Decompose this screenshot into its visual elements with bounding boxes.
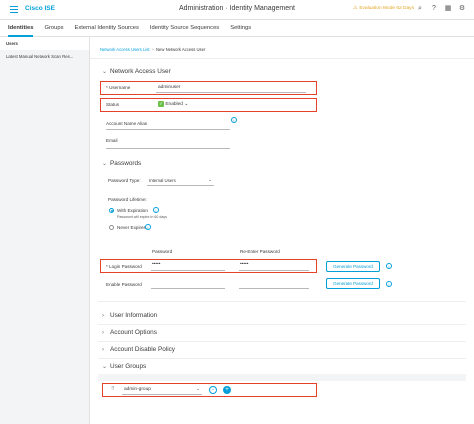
divider [98,301,466,302]
section-network-access-user[interactable]: ⌄ Network Access User [102,68,171,75]
generate-login-password-button[interactable]: Generate Password [326,261,380,272]
evaluation-banner[interactable]: ⚠ Evaluation Mode 62 Days [353,6,414,11]
tab-external-identity-sources[interactable]: External Identity Sources [74,20,138,37]
section-passwords[interactable]: ⌄ Passwords [102,160,141,167]
help-icon[interactable]: ? [430,5,438,13]
divider [90,58,474,59]
with-expiration-label: With Expiration [117,208,148,213]
info-icon[interactable]: i [386,263,392,269]
enable-password-label: Enable Password [106,282,142,287]
section-account-disable-policy[interactable]: › Account Disable Policy [102,346,175,353]
dashboard-icon[interactable]: ▦ [444,5,452,13]
tab-identity-source-sequences[interactable]: Identity Source Sequences [150,20,219,37]
radio-with-expiration[interactable] [109,208,114,213]
expiry-note: Password will expire in 60 days [117,215,167,219]
chevron-down-icon: ⌄ [102,69,108,75]
section-user-information[interactable]: › User Information [102,312,157,319]
warning-icon: ⚠ [353,6,358,11]
breadcrumb: Network Access Users List > New Network Ac… [100,47,205,52]
reenter-password-column-header: Re-Enter Password [240,249,280,254]
chevron-right-icon: › [102,313,104,319]
info-icon[interactable]: i [145,224,151,230]
user-group-underline [122,394,202,395]
section-title: Network Access User [110,68,171,75]
login-password-reenter-input[interactable]: ••••• [240,262,248,267]
info-icon[interactable]: i [231,117,237,123]
sidebar-item-network-scan[interactable]: Latest Manual Network Scan Res... [0,50,89,63]
search-icon[interactable]: ⌕ [416,5,424,13]
section-title: Account Options [110,329,157,336]
section-title: Passwords [110,160,142,167]
password-type-underline [147,185,214,186]
chevron-down-icon[interactable]: ⌄ [196,386,200,392]
breadcrumb-current: New Network Access User [156,47,206,52]
account-name-alias-label: Account Name Alias [106,121,148,126]
divider [98,358,466,359]
divider [98,341,466,342]
remove-group-icon[interactable]: − [209,386,217,394]
top-bar: Cisco ISE Administration · Identity Mana… [0,0,474,20]
tab-settings[interactable]: Settings [230,20,251,37]
breadcrumb-separator: > [151,47,155,52]
never-expires-label: Never Expires [117,225,146,230]
password-lifetime-label: Password Lifetime: [108,197,147,202]
enable-password-reenter-input[interactable] [239,288,309,289]
tab-bar: Identities Groups External Identity Sour… [0,20,474,37]
user-groups-header-band [98,374,466,381]
tab-groups[interactable]: Groups [44,20,63,37]
username-input[interactable]: adminuser [158,85,180,90]
account-name-alias-input[interactable] [106,129,230,130]
generate-enable-password-button[interactable]: Generate Password [326,278,380,289]
section-title: User Groups [110,363,147,370]
sidebar: Users Latest Manual Network Scan Res... [0,37,90,424]
password-type-label: Password Type: [108,178,141,183]
username-label: * Username [106,85,131,90]
login-password-underline [151,270,225,271]
chevron-down-icon: ⌄ [102,364,108,370]
section-account-options[interactable]: › Account Options [102,329,157,336]
divider [98,324,466,325]
chevron-down-icon: ⌄ [102,161,108,167]
status-select[interactable]: ✓ Enabled ⌄ [158,101,188,107]
user-group-value: admin-group [124,387,151,392]
add-group-icon[interactable]: + [223,386,231,394]
chevron-down-icon[interactable]: ⌄ [208,177,212,183]
chevron-right-icon: › [102,347,104,353]
status-label: Status [106,102,120,107]
section-title: User Information [110,312,158,319]
tab-identities[interactable]: Identities [8,20,34,37]
drag-handle-icon[interactable]: ⠿ [111,386,115,392]
breadcrumb-link[interactable]: Network Access Users List [100,47,150,52]
section-user-groups[interactable]: ⌄ User Groups [102,363,146,370]
email-input[interactable] [106,148,230,149]
evaluation-text: Evaluation Mode 62 Days [359,6,414,11]
login-reenter-underline [239,270,309,271]
user-group-select[interactable]: admin-group [124,387,151,392]
settings-icon[interactable]: ⚙ [458,5,466,13]
enable-password-input[interactable] [151,288,225,289]
password-column-header: Password [152,249,173,254]
password-type-select[interactable]: Internal Users [149,178,176,183]
status-highlight [100,98,317,112]
chevron-right-icon: › [102,330,104,336]
radio-never-expires[interactable] [109,225,114,230]
info-icon[interactable]: i [153,207,159,213]
info-icon[interactable]: i [386,281,392,287]
chevron-down-icon: ⌄ [184,102,189,107]
login-password-label: * Login Password [106,264,142,269]
sidebar-item-users[interactable]: Users [0,37,89,50]
status-value: Enabled [165,102,183,107]
check-icon: ✓ [158,101,164,107]
username-underline [156,92,306,93]
main-content: Network Access Users List > New Network Ac… [90,37,474,424]
password-type-value: Internal Users [149,178,176,183]
section-title: Account Disable Policy [110,346,176,353]
email-label: Email [106,138,118,143]
login-password-input[interactable]: ••••• [152,262,160,267]
